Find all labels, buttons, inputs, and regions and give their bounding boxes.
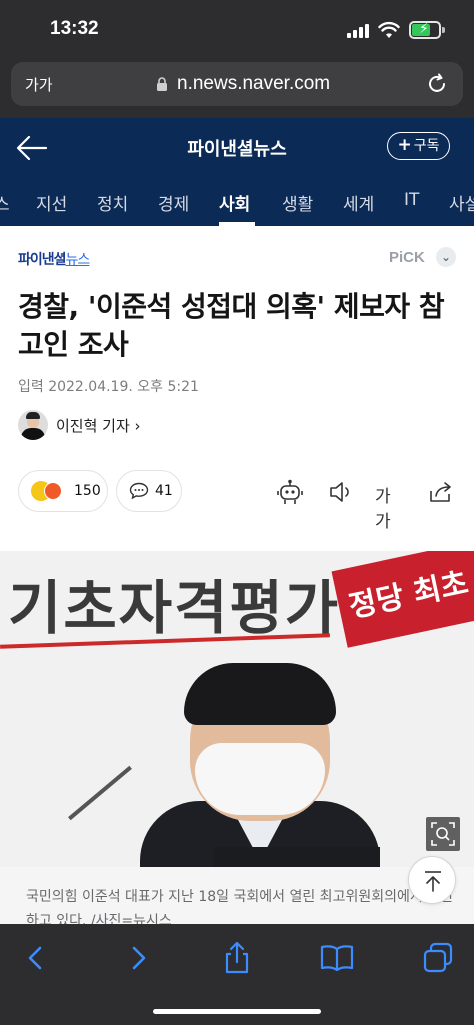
font-size-tool[interactable]: 가가 <box>375 482 405 532</box>
comment-button[interactable]: 41 <box>116 470 182 512</box>
pick-label[interactable]: PiCK <box>389 249 425 266</box>
tab-local-election[interactable]: 지선 <box>36 190 67 215</box>
comment-icon <box>129 482 149 500</box>
tab-editorial[interactable]: 사설 <box>449 190 474 215</box>
photo-caption: 국민의힘 이준석 대표가 지난 18일 국회에서 열린 최고위원회의에서 발언하… <box>0 867 474 929</box>
photo-red-tag: 정당 최초 <box>331 551 474 648</box>
chevron-down-icon[interactable]: ⌄ <box>436 247 456 267</box>
reaction-count: 150 <box>74 483 101 499</box>
category-nav: 스 지선 정치 경제 사회 생활 세계 IT 사설 <box>0 176 474 226</box>
tab-it[interactable]: IT <box>404 190 419 210</box>
face-mask <box>195 743 325 815</box>
active-tab-indicator <box>219 222 255 226</box>
photo-person <box>140 663 380 867</box>
comment-count: 41 <box>155 483 173 499</box>
battery-icon: ⚡ <box>409 21 445 39</box>
tab-politics[interactable]: 정치 <box>97 190 128 215</box>
image-zoom-icon[interactable] <box>426 817 460 851</box>
status-time: 13:32 <box>50 18 99 39</box>
subscribe-button[interactable]: + 구독 <box>387 132 450 160</box>
wifi-icon <box>378 21 400 38</box>
scroll-to-top-button[interactable] <box>408 856 456 904</box>
forward-icon[interactable] <box>120 940 156 976</box>
speaker-icon[interactable] <box>327 478 355 506</box>
robot-summary-icon[interactable] <box>276 478 304 506</box>
photo-banner-text: 기초자격평가 <box>8 574 341 642</box>
lock-icon <box>157 77 167 91</box>
url-text[interactable]: n.news.naver.com <box>177 73 330 95</box>
tab-economy[interactable]: 경제 <box>158 190 189 215</box>
reload-icon[interactable] <box>425 72 449 96</box>
press-header: 파이낸셜뉴스 + 구독 <box>0 118 474 176</box>
cellular-signal-icon <box>347 24 371 38</box>
subscribe-label: 구독 <box>413 138 440 154</box>
address-bar[interactable]: 가가 n.news.naver.com <box>11 62 463 106</box>
tab-sports[interactable]: 스 <box>0 190 10 215</box>
angry-emoji-icon <box>44 482 62 500</box>
reporter-avatar <box>18 410 48 440</box>
reporter-name[interactable]: 이진혁 기자 › <box>56 415 141 436</box>
microphone <box>68 765 132 821</box>
back-icon[interactable] <box>18 940 54 976</box>
article-photo[interactable]: 기초자격평가 정당 최초 <box>0 551 474 867</box>
share-icon[interactable] <box>427 478 455 506</box>
plus-icon: + <box>397 135 412 155</box>
tabs-icon[interactable] <box>420 940 456 976</box>
tab-life[interactable]: 생활 <box>282 190 313 215</box>
reaction-button[interactable]: 150 <box>18 470 108 512</box>
share-sheet-icon[interactable] <box>219 940 255 976</box>
arrow-up-icon <box>425 871 441 892</box>
text-size-button[interactable]: 가가 <box>25 74 53 95</box>
tab-society[interactable]: 사회 <box>219 190 250 215</box>
bookmarks-icon[interactable] <box>319 940 355 976</box>
home-indicator <box>153 1009 321 1014</box>
article-headline: 경찰, '이준석 성접대 의혹' 제보자 참고인 조사 <box>18 290 445 361</box>
status-bar: 13:32 ⚡ <box>0 0 474 60</box>
browser-top-chrome: 13:32 ⚡ 가가 n.news.naver.com <box>0 0 474 118</box>
tab-world[interactable]: 세계 <box>343 190 374 215</box>
article-date: 입력 2022.04.19. 오후 5:21 <box>18 379 199 395</box>
press-logo[interactable]: 파이낸셜뉴스 <box>18 249 90 269</box>
